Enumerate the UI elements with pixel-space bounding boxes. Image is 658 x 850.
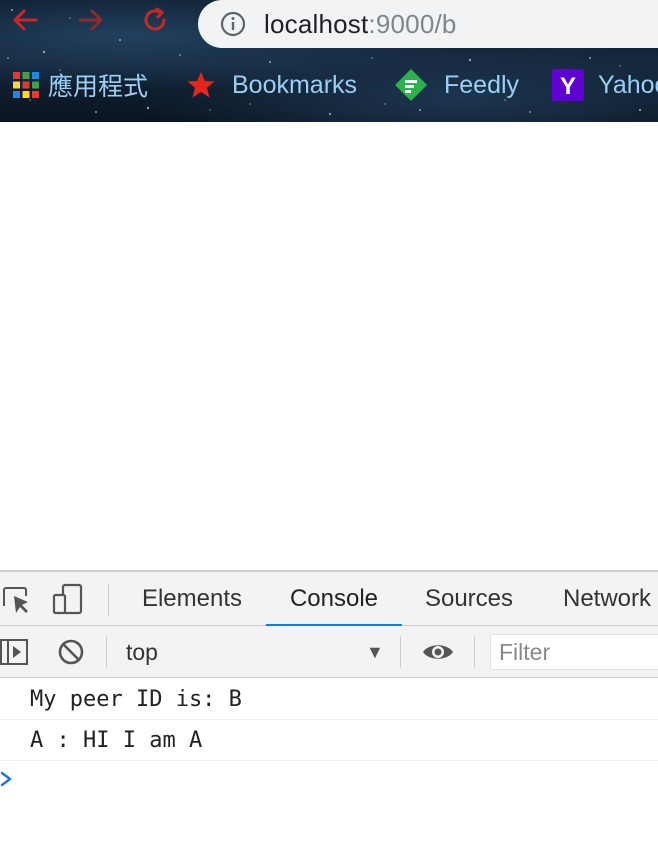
star-icon: [187, 72, 215, 98]
inspect-element-button[interactable]: [0, 584, 34, 616]
url-host: localhost: [264, 8, 369, 39]
back-button[interactable]: [8, 3, 42, 37]
console-message: My peer ID is: B: [0, 680, 658, 720]
tab-console[interactable]: Console: [266, 572, 402, 627]
clear-block-icon: [58, 639, 84, 665]
tab-network[interactable]: Network: [552, 572, 658, 626]
device-mode-icon: [52, 583, 83, 615]
inspect-cursor-icon: [3, 587, 28, 613]
clear-console-button[interactable]: [56, 637, 86, 667]
sidebar-toggle-icon: [0, 639, 28, 665]
live-expression-button[interactable]: [420, 638, 456, 666]
toolbar-divider: [106, 636, 107, 668]
toolbar-divider: [474, 636, 475, 668]
bookmark-bookmarks[interactable]: Bookmarks: [186, 62, 357, 108]
eye-icon: [423, 645, 453, 659]
prompt-chevron-icon: [0, 771, 12, 787]
device-toolbar-button[interactable]: [50, 582, 86, 618]
toolbar-divider: [400, 636, 401, 668]
url-text: localhost:9000/b: [264, 9, 457, 40]
arrow-left-icon: [13, 9, 38, 31]
bookmark-yahoo[interactable]: Y Yahoo: [552, 62, 658, 108]
yahoo-icon: Y: [552, 69, 584, 101]
show-sidebar-button[interactable]: [0, 638, 30, 666]
info-icon[interactable]: [220, 11, 246, 37]
devtools-tab-bar: Elements Console Sources Network: [0, 570, 658, 627]
bookmark-label: Yahoo: [598, 70, 658, 99]
reload-button[interactable]: [138, 3, 172, 37]
browser-chrome: localhost:9000/b 應用程式 Bookmarks Feedly Y…: [0, 0, 658, 122]
dropdown-arrow-icon[interactable]: ▼: [366, 642, 384, 663]
tab-elements[interactable]: Elements: [132, 572, 252, 626]
toolbar-divider: [108, 584, 109, 616]
filter-input[interactable]: Filter: [490, 634, 658, 670]
reload-icon: [144, 7, 166, 31]
arrow-right-icon: [78, 9, 103, 31]
console-message: A : HI I am A: [0, 721, 658, 761]
address-bar[interactable]: localhost:9000/b: [198, 0, 658, 48]
log-text: A : HI I am A: [30, 728, 203, 753]
bookmark-label: 應用程式: [48, 73, 149, 101]
bookmark-label: Feedly: [444, 70, 520, 99]
console-prompt[interactable]: [0, 766, 20, 792]
bookmarks-bar: 應用程式 Bookmarks Feedly Y Yahoo: [0, 62, 658, 108]
tab-sources[interactable]: Sources: [414, 572, 524, 626]
feedly-icon: [395, 69, 427, 101]
bookmark-apps[interactable]: 應用程式: [12, 62, 148, 108]
devtools-panel: Elements Console Sources Network top ▼ F…: [0, 570, 658, 850]
apps-grid-icon: [13, 72, 39, 98]
url-path: :9000/b: [368, 8, 457, 39]
svg-text:Y: Y: [560, 73, 576, 100]
context-selector[interactable]: top: [126, 626, 158, 678]
console-toolbar: top ▼ Filter: [0, 626, 658, 678]
bookmark-feedly[interactable]: Feedly: [394, 62, 519, 108]
page-content: [0, 122, 658, 570]
forward-button[interactable]: [74, 3, 108, 37]
log-text: My peer ID is: B: [30, 687, 242, 712]
bookmark-label: Bookmarks: [232, 70, 358, 99]
